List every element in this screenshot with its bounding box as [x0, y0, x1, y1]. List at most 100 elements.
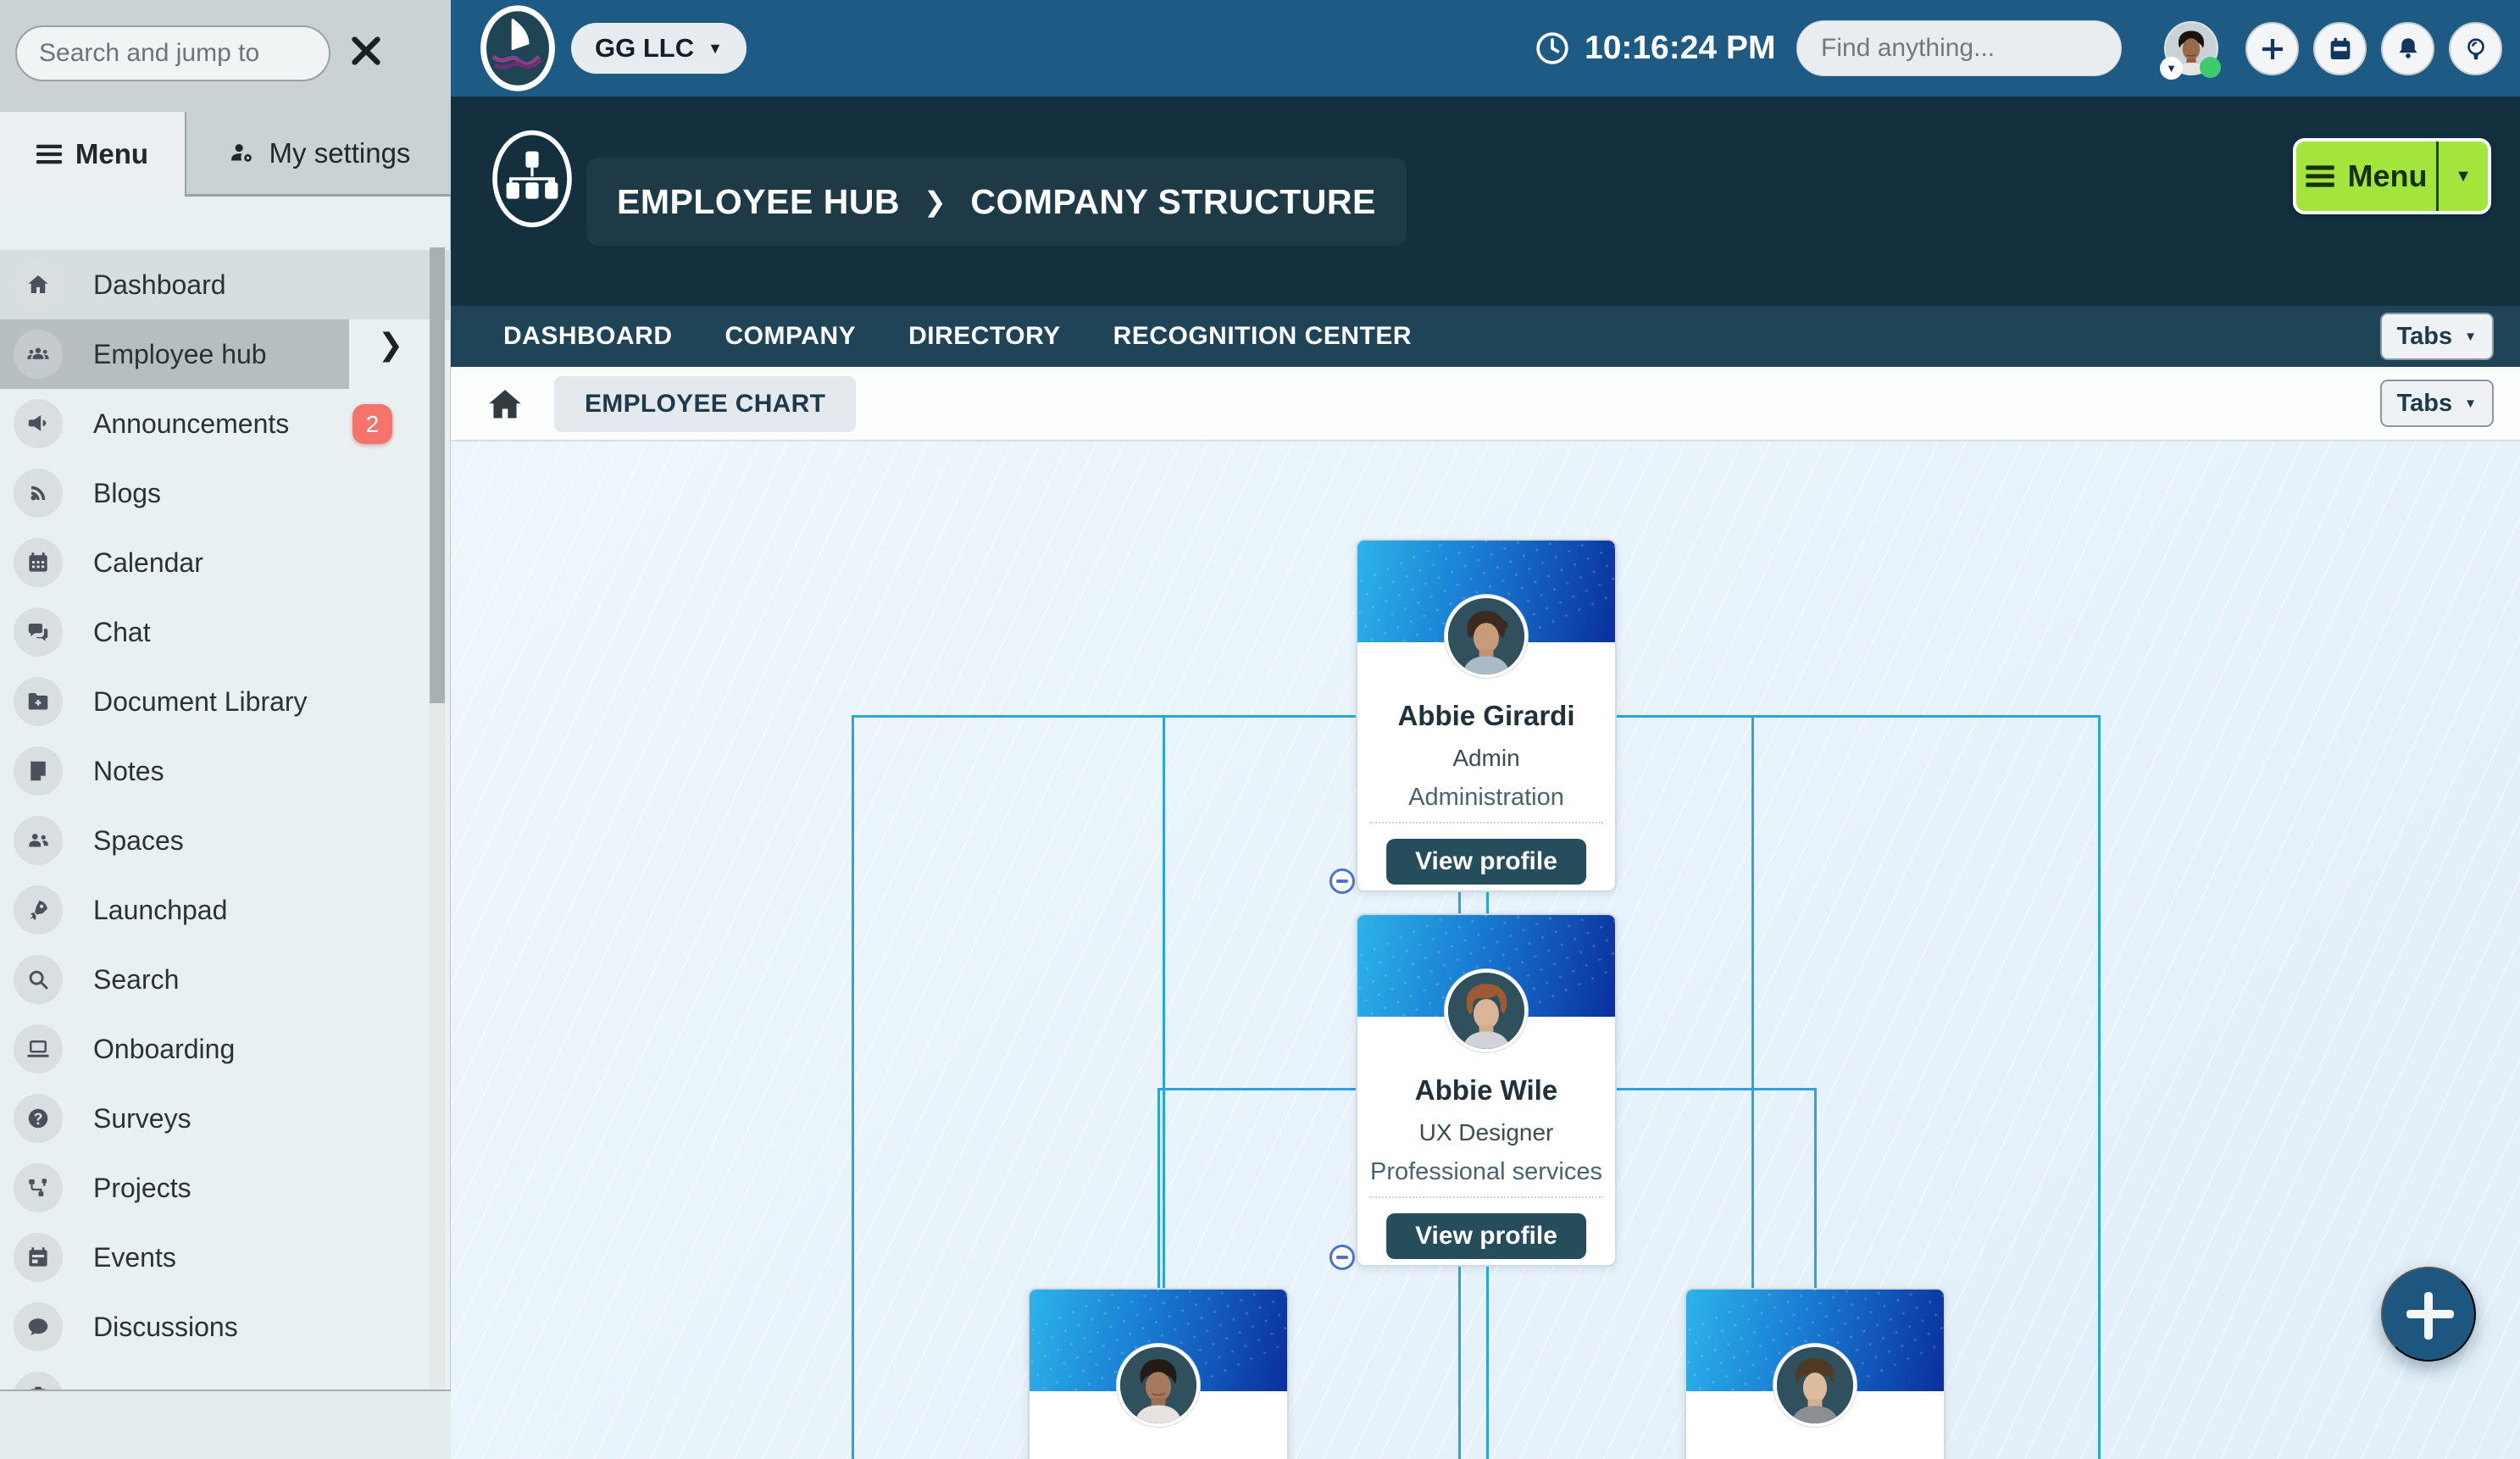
- collapse-node-icon[interactable]: [1329, 1245, 1355, 1270]
- org-switcher[interactable]: GG LLC ▼: [571, 23, 747, 74]
- sidebar-item-notes[interactable]: Notes: [0, 736, 451, 806]
- nav-directory[interactable]: DIRECTORY: [908, 322, 1061, 351]
- search-icon: [14, 955, 63, 1004]
- sidebar-item-search[interactable]: Search: [0, 945, 451, 1014]
- chevron-right-icon: ❯: [924, 186, 946, 218]
- sidebar-item-label: Document Library: [93, 686, 308, 718]
- sidebar-item-label: Chat: [93, 617, 151, 648]
- avatar: [1445, 595, 1528, 678]
- nav-company[interactable]: COMPANY: [725, 322, 857, 351]
- avatar: [1773, 1344, 1857, 1427]
- chevron-down-icon: ▼: [708, 41, 723, 56]
- sidebar-item-label: Onboarding: [93, 1034, 235, 1065]
- employee-chart-label: EMPLOYEE CHART: [585, 390, 825, 419]
- sidebar-item-blogs[interactable]: Blogs: [0, 458, 451, 528]
- notifications-button[interactable]: [2381, 22, 2434, 75]
- avatar: [1445, 969, 1528, 1052]
- sidebar-item-projects[interactable]: Projects: [0, 1153, 451, 1223]
- sidebar-item-label: Surveys: [93, 1103, 191, 1134]
- nav-dashboard[interactable]: DASHBOARD: [503, 322, 673, 351]
- org-chart-icon: [491, 129, 573, 233]
- sidebar-item-dashboard[interactable]: Dashboard: [0, 250, 451, 319]
- sidebar-item-onboarding[interactable]: Onboarding: [0, 1014, 451, 1084]
- sidebar-item-employee-hub[interactable]: Employee hub: [0, 319, 349, 389]
- sidebar-scrollbar-thumb[interactable]: [430, 247, 445, 703]
- laptop-icon: [14, 1024, 63, 1073]
- add-node-fab[interactable]: [2381, 1267, 2476, 1362]
- page-menu-caret[interactable]: ▼: [2439, 141, 2488, 211]
- sidebar-item-events[interactable]: Events: [0, 1223, 451, 1292]
- employee-name: Abbie Girardi: [1357, 700, 1615, 732]
- home-icon: [14, 260, 63, 309]
- sidebar-item-document-library[interactable]: Document Library: [0, 667, 451, 736]
- breadcrumb-company-structure: COMPANY STRUCTURE: [970, 182, 1376, 222]
- sidebar-search: [15, 25, 330, 81]
- sidebar-item-label: Events: [93, 1242, 176, 1273]
- breadcrumb-employee-hub[interactable]: EMPLOYEE HUB: [617, 182, 900, 222]
- connector-line: [852, 715, 854, 1459]
- user-avatar[interactable]: ▼: [2164, 21, 2218, 75]
- sidebar-item-label: Blogs: [93, 478, 161, 509]
- chevron-right-icon[interactable]: ❯: [378, 327, 403, 363]
- org-card-abbie-wile: Abbie Wile UX Designer Professional serv…: [1356, 913, 1617, 1267]
- view-profile-button[interactable]: View profile: [1386, 1213, 1586, 1259]
- employee-department: Administration: [1357, 784, 1615, 812]
- page-header: EMPLOYEE HUB ❯ COMPANY STRUCTURE Menu ▼: [451, 97, 2520, 306]
- collapse-node-icon[interactable]: [1329, 868, 1355, 894]
- nav-recognition-center[interactable]: RECOGNITION CENTER: [1113, 322, 1412, 351]
- sidebar-item-launchpad[interactable]: Launchpad: [0, 875, 451, 945]
- breadcrumb: EMPLOYEE HUB ❯ COMPANY STRUCTURE: [586, 158, 1407, 246]
- avatar: [1117, 1344, 1200, 1427]
- home-icon[interactable]: [486, 386, 524, 427]
- sidebar-item-label: Calendar: [93, 547, 203, 579]
- close-icon[interactable]: [342, 27, 390, 75]
- sidebar-footer: [0, 1390, 451, 1459]
- company-logo[interactable]: [478, 4, 558, 92]
- speech-bubble-icon: [14, 1302, 63, 1351]
- sidebar-item-label: Announcements: [93, 408, 289, 440]
- sidebar-search-input[interactable]: [39, 39, 307, 68]
- employee-chart-tab[interactable]: EMPLOYEE CHART: [554, 376, 856, 432]
- topbar: GG LLC ▼ 10:16:24 PM: [451, 0, 2520, 97]
- blog-icon: [14, 469, 63, 518]
- sidebar-tabs: Menu My settings: [0, 112, 451, 197]
- global-search-input[interactable]: [1797, 21, 2122, 75]
- sidebar-item-label: Spaces: [93, 825, 184, 857]
- clock: 10:16:24 PM: [1534, 0, 1775, 97]
- avatar-caret-icon: ▼: [2160, 57, 2183, 80]
- tab-menu[interactable]: Menu: [0, 112, 186, 197]
- workflow-icon: [14, 1163, 63, 1212]
- create-button[interactable]: [2245, 22, 2299, 75]
- note-icon: [14, 746, 63, 796]
- page-menu-main[interactable]: Menu: [2296, 141, 2436, 211]
- sidebar-item-surveys[interactable]: Surveys: [0, 1084, 451, 1153]
- tab-menu-label: Menu: [75, 138, 148, 170]
- sidebar-item-spaces[interactable]: Spaces: [0, 806, 451, 875]
- lightbulb-icon: [2462, 35, 2490, 64]
- announcements-badge: 2: [352, 404, 392, 444]
- megaphone-icon: [14, 399, 63, 448]
- sidebar-item-label: Dashboard: [93, 269, 226, 301]
- org-card-partial-right: [1685, 1288, 1946, 1459]
- org-card-abbie-girardi: Abbie Girardi Admin Administration View …: [1356, 539, 1617, 892]
- hamburger-icon: [2306, 164, 2334, 188]
- view-profile-button[interactable]: View profile: [1386, 839, 1586, 885]
- page-menu-button[interactable]: Menu ▼: [2293, 138, 2491, 214]
- chevron-down-icon: ▼: [2464, 330, 2477, 343]
- employee-role: Admin: [1357, 745, 1615, 772]
- connector-line: [2098, 715, 2101, 1459]
- tabs-label: Tabs: [2397, 390, 2453, 418]
- tabs-label: Tabs: [2397, 323, 2453, 351]
- clock-icon: [1534, 30, 1571, 67]
- sidebar-item-discussions[interactable]: Discussions: [0, 1292, 451, 1362]
- calendar-icon: [14, 538, 63, 587]
- calendar-button[interactable]: [2313, 22, 2367, 75]
- tabs-dropdown-button-2[interactable]: Tabs ▼: [2380, 380, 2494, 427]
- tab-my-settings[interactable]: My settings: [186, 112, 451, 197]
- employee-role: UX Designer: [1357, 1119, 1615, 1146]
- tabs-dropdown-button[interactable]: Tabs ▼: [2380, 313, 2494, 360]
- help-button[interactable]: [2449, 22, 2502, 75]
- sidebar-item-calendar[interactable]: Calendar: [0, 528, 451, 597]
- sidebar-item-chat[interactable]: Chat: [0, 597, 451, 667]
- bell-icon: [2394, 35, 2423, 64]
